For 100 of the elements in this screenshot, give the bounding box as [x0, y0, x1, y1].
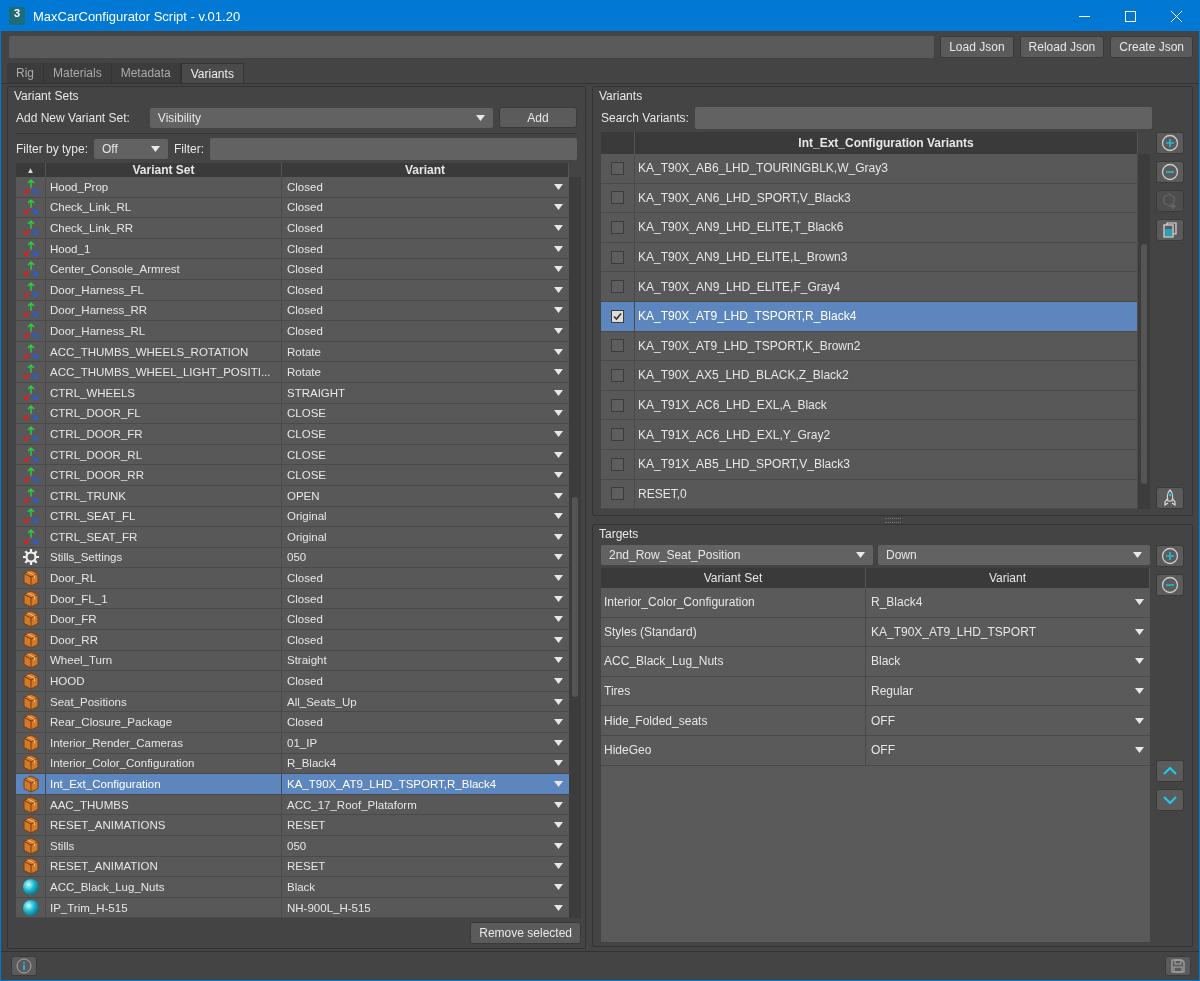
table-row[interactable]: RESET_ANIMATION RESET	[16, 856, 569, 878]
filter-type-dropdown[interactable]: Off	[94, 139, 169, 159]
table-row[interactable]: AAC_THUMBS ACC_17_Roof_Plataform	[16, 794, 569, 816]
scrollbar[interactable]	[1138, 154, 1150, 510]
table-row[interactable]: Door_RL Closed	[16, 568, 569, 589]
variant-dropdown[interactable]: Closed	[282, 197, 569, 218]
table-row[interactable]: Interior_Render_Cameras 01_IP	[16, 733, 569, 754]
table-row[interactable]: Hood_1 Closed	[16, 238, 569, 260]
variant-dropdown[interactable]: Closed	[282, 630, 569, 650]
variant-dropdown[interactable]: 050	[282, 836, 569, 856]
variant-dropdown[interactable]: CLOSE	[282, 403, 569, 424]
table-row[interactable]: CTRL_DOOR_RR CLOSE	[16, 465, 569, 486]
variant-dropdown[interactable]: OFF	[866, 735, 1150, 765]
variant-dropdown[interactable]: Regular	[866, 676, 1150, 706]
table-row[interactable]: Int_Ext_Configuration KA_T90X_AT9_LHD_TSPORT,R_Black4	[16, 774, 569, 795]
checkbox[interactable]	[611, 457, 624, 471]
variant-dropdown[interactable]: STRAIGHT	[282, 382, 569, 403]
variant-dropdown[interactable]: KA_T90X_AT9_LHD_TSPORT	[866, 617, 1150, 647]
variant-dropdown[interactable]: Closed	[282, 671, 569, 691]
table-row[interactable]: Door_FR Closed	[16, 609, 569, 631]
table-row[interactable]: CTRL_TRUNK OPEN	[16, 485, 569, 507]
variant-dropdown[interactable]: OPEN	[282, 485, 569, 506]
variant-dropdown[interactable]: Original	[282, 527, 569, 547]
table-row[interactable]: CTRL_WHEELS STRAIGHT	[16, 382, 569, 404]
checkbox[interactable]	[611, 250, 624, 264]
variant-dropdown[interactable]: Closed	[282, 609, 569, 630]
variant-dropdown[interactable]: KA_T90X_AT9_LHD_TSPORT,R_Black4	[282, 774, 569, 794]
add-object-button[interactable]	[1156, 190, 1184, 212]
variant-dropdown[interactable]: Black	[282, 877, 569, 897]
json-button[interactable]: Load Json	[940, 36, 1014, 58]
table-row[interactable]: Seat_Positions All_Seats_Up	[16, 691, 569, 713]
table-row[interactable]: Center_Console_Armrest Closed	[16, 259, 569, 280]
table-row[interactable]: HOOD Closed	[16, 671, 569, 692]
search-field[interactable]	[694, 107, 1152, 129]
variant-dropdown[interactable]: 01_IP	[282, 733, 569, 753]
move-up-button[interactable]	[1156, 760, 1184, 782]
table-row[interactable]: Interior_Color_Configuration R_Black4	[16, 753, 569, 775]
table-row[interactable]: Door_Harness_FL Closed	[16, 279, 569, 301]
save-button[interactable]	[1165, 956, 1191, 976]
table-row[interactable]: Door_Harness_RL Closed	[16, 321, 569, 342]
checkbox[interactable]	[611, 428, 624, 442]
variant-dropdown[interactable]: OFF	[866, 706, 1150, 735]
variant-dropdown[interactable]: R_Black4	[866, 588, 1150, 617]
table-row[interactable]: IP_Trim_H-515 NH-900L_H-515	[16, 897, 569, 919]
table-row[interactable]: RESET_ANIMATIONS RESET	[16, 815, 569, 836]
variant-dropdown[interactable]: RESET	[282, 856, 569, 877]
table-row[interactable]: ACC_THUMBS_WHEEL_LIGHT_POSITI... Rotate	[16, 362, 569, 383]
add-variant-button[interactable]	[1156, 132, 1184, 154]
variant-dropdown[interactable]: Closed	[282, 568, 569, 588]
variant-dropdown[interactable]: CLOSE	[282, 465, 569, 485]
table-row[interactable]: Stills_Settings 050	[16, 547, 569, 569]
remove-selected-button[interactable]: Remove selected	[470, 922, 581, 944]
copy-button[interactable]	[1156, 219, 1184, 241]
checkbox[interactable]	[611, 368, 624, 382]
variant-type-dropdown[interactable]: Visibility	[149, 107, 493, 128]
splitter-handle[interactable]	[884, 517, 901, 523]
variant-dropdown[interactable]: All_Seats_Up	[282, 691, 569, 712]
table-row[interactable]: ACC_THUMBS_WHEELS_ROTATION Rotate	[16, 341, 569, 363]
variant-dropdown[interactable]: Black	[866, 647, 1150, 676]
table-row[interactable]: CTRL_SEAT_FL Original	[16, 506, 569, 528]
remove-target-button[interactable]	[1156, 574, 1184, 596]
add-target-button[interactable]	[1156, 545, 1184, 567]
sort-indicator[interactable]: ▲	[26, 165, 35, 175]
variant-dropdown[interactable]: 050	[282, 547, 569, 568]
variant-dropdown[interactable]: Closed	[282, 238, 569, 259]
variant-dropdown[interactable]: Closed	[282, 259, 569, 279]
variant-dropdown[interactable]: Closed	[282, 712, 569, 733]
table-row[interactable]: Door_FL_1 Closed	[16, 588, 569, 610]
info-button[interactable]	[11, 956, 37, 976]
add-button[interactable]: Add	[499, 107, 577, 128]
tab[interactable]: Materials	[44, 63, 112, 83]
json-button[interactable]: Reload Json	[1019, 36, 1105, 58]
table-row[interactable]: Check_Link_RL Closed	[16, 197, 569, 219]
variant-dropdown[interactable]: Rotate	[282, 341, 569, 362]
remove-variant-button[interactable]	[1156, 161, 1184, 183]
checkbox[interactable]	[611, 398, 624, 412]
variant-dropdown[interactable]: Closed	[282, 177, 569, 197]
table-row[interactable]: CTRL_SEAT_FR Original	[16, 527, 569, 548]
scrollbar[interactable]	[569, 177, 581, 919]
tab[interactable]: Rig	[7, 63, 44, 83]
variant-dropdown[interactable]: Closed	[282, 300, 569, 321]
variant-dropdown[interactable]: R_Black4	[282, 753, 569, 774]
variant-dropdown[interactable]: NH-900L_H-515	[282, 897, 569, 918]
table-row[interactable]: Stills 050	[16, 836, 569, 857]
filter-field[interactable]	[210, 138, 577, 160]
variant-dropdown[interactable]: CLOSE	[282, 424, 569, 444]
checkbox[interactable]	[611, 161, 624, 175]
tab[interactable]: Metadata	[111, 63, 181, 83]
table-row[interactable]: CTRL_DOOR_FR CLOSE	[16, 424, 569, 445]
tab[interactable]: Variants	[180, 63, 244, 83]
table-row[interactable]: Check_Link_RR Closed	[16, 218, 569, 239]
move-down-button[interactable]	[1156, 789, 1184, 811]
variant-dropdown[interactable]: RESET	[282, 815, 569, 835]
variant-dropdown[interactable]: Closed	[282, 279, 569, 300]
json-button[interactable]: Create Json	[1110, 36, 1193, 58]
variant-dropdown[interactable]: ACC_17_Roof_Plataform	[282, 794, 569, 815]
variant-dropdown[interactable]: Rotate	[282, 362, 569, 382]
variant-dropdown[interactable]: Closed	[282, 588, 569, 609]
rocket-button[interactable]	[1156, 487, 1184, 510]
checkbox[interactable]	[611, 487, 624, 501]
